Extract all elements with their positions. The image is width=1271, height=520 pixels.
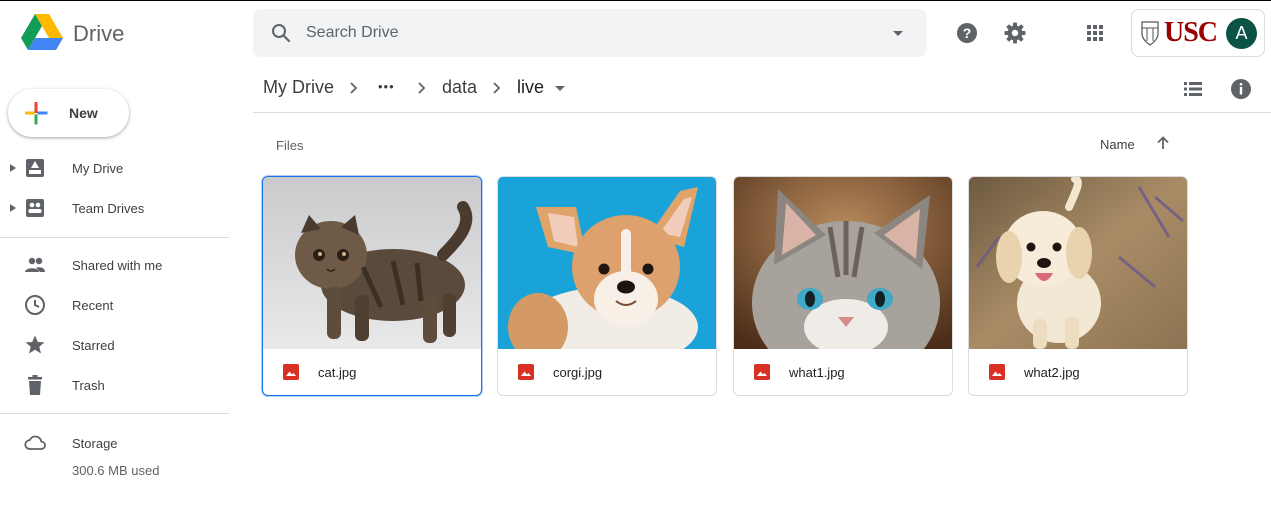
sidebar-item-label: Shared with me	[72, 258, 163, 273]
list-view-icon[interactable]	[1181, 77, 1205, 101]
file-card-cat[interactable]: cat.jpg	[262, 176, 482, 396]
file-thumbnail	[969, 177, 1187, 349]
arrow-up-icon[interactable]	[1154, 134, 1172, 152]
image-file-icon	[283, 364, 299, 380]
chevron-right-icon	[350, 82, 358, 94]
file-card-corgi[interactable]: corgi.jpg	[497, 176, 717, 396]
expand-arrow-icon[interactable]	[7, 162, 19, 174]
cloud-icon	[24, 435, 46, 450]
new-button[interactable]: New	[8, 89, 129, 137]
sidebar-divider	[0, 237, 229, 238]
window-top-border	[0, 0, 1271, 1]
avatar[interactable]: A	[1226, 18, 1257, 49]
file-name: what1.jpg	[789, 365, 845, 380]
clock-icon	[25, 295, 45, 315]
content-divider	[253, 112, 1271, 113]
people-icon	[25, 257, 45, 272]
image-file-icon	[989, 364, 1005, 380]
chevron-right-icon	[418, 82, 426, 94]
file-thumbnail	[734, 177, 952, 349]
sidebar-item-my-drive[interactable]: My Drive	[0, 152, 229, 184]
storage-label: Storage	[72, 436, 118, 451]
expand-arrow-icon[interactable]	[7, 202, 19, 214]
help-icon[interactable]: ?	[955, 21, 979, 45]
app-title[interactable]: Drive	[73, 21, 124, 47]
info-icon[interactable]	[1229, 77, 1253, 101]
sidebar-item-storage[interactable]: Storage	[0, 427, 229, 459]
file-name: what2.jpg	[1024, 365, 1080, 380]
sidebar-item-trash[interactable]: Trash	[0, 369, 229, 401]
files-section-label: Files	[276, 138, 304, 153]
sidebar-item-label: Recent	[72, 298, 114, 313]
search-options-dropdown-icon[interactable]	[886, 21, 910, 45]
new-button-label: New	[69, 105, 98, 121]
file-card-what1[interactable]: what1.jpg	[733, 176, 953, 396]
image-file-icon	[754, 364, 770, 380]
chevron-right-icon	[493, 82, 501, 94]
folder-menu-dropdown-icon[interactable]	[552, 80, 568, 96]
organization-logo-text: USC	[1164, 17, 1218, 48]
sidebar-item-label: Starred	[72, 338, 115, 353]
search-icon[interactable]	[269, 21, 293, 45]
my-drive-icon	[26, 159, 44, 177]
file-name: cat.jpg	[318, 365, 357, 380]
file-thumbnail	[263, 177, 481, 349]
search-bar[interactable]	[253, 9, 927, 57]
image-file-icon	[518, 364, 534, 380]
settings-gear-icon[interactable]	[1003, 21, 1027, 45]
sidebar-item-label: Trash	[72, 378, 105, 393]
apps-grid-icon[interactable]	[1083, 21, 1107, 45]
drive-logo-icon[interactable]	[21, 14, 63, 52]
sidebar-item-shared-with-me[interactable]: Shared with me	[0, 249, 229, 281]
breadcrumb-more-folders[interactable]: •••	[378, 79, 395, 94]
svg-text:?: ?	[963, 25, 972, 41]
breadcrumb-data[interactable]: data	[442, 77, 477, 98]
university-crest-icon	[1141, 21, 1159, 46]
account-switcher[interactable]: USC A	[1131, 9, 1265, 57]
search-input[interactable]	[306, 21, 866, 45]
team-drives-icon	[26, 199, 44, 217]
sidebar-item-starred[interactable]: Starred	[0, 329, 229, 361]
sidebar-item-label: Team Drives	[72, 201, 145, 216]
file-thumbnail	[498, 177, 716, 349]
sidebar-item-label: My Drive	[72, 161, 124, 176]
breadcrumb-my-drive[interactable]: My Drive	[263, 77, 334, 98]
sidebar-divider	[0, 413, 229, 414]
file-card-what2[interactable]: what2.jpg	[968, 176, 1188, 396]
star-icon	[25, 335, 45, 354]
sidebar-item-team-drives[interactable]: Team Drives	[0, 192, 229, 224]
trash-icon	[28, 375, 42, 395]
sort-by-name-button[interactable]: Name	[1100, 137, 1135, 152]
sidebar-item-recent[interactable]: Recent	[0, 289, 229, 321]
breadcrumb-current-folder[interactable]: live	[517, 77, 544, 98]
storage-used-text: 300.6 MB used	[72, 463, 160, 478]
file-name: corgi.jpg	[553, 365, 603, 380]
plus-icon	[25, 102, 48, 125]
